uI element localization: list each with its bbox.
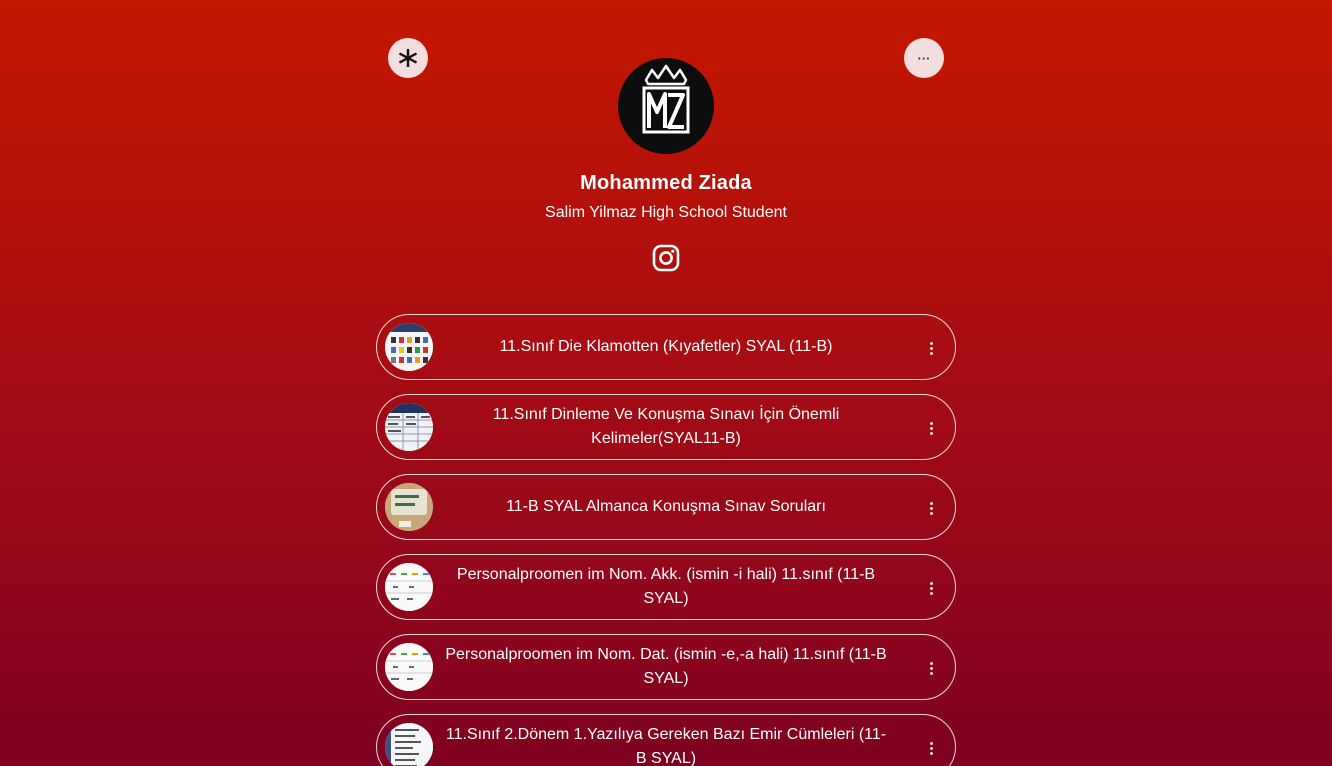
link-button[interactable]: 11-B SYAL Almanca Konuşma Sınav Soruları bbox=[376, 474, 956, 540]
link-button[interactable]: Personalproomen im Nom. Dat. (ismin -e,-… bbox=[376, 634, 956, 700]
link-title: 11.Sınıf 2.Dönem 1.Yazılıya Gereken Bazı… bbox=[445, 726, 887, 766]
profile-container: ··· Mohammed Ziada Salim Yilmaz High Sch… bbox=[376, 0, 956, 766]
link-thumbnail bbox=[385, 723, 433, 766]
link-title: Personalproomen im Nom. Akk. (ismin -i h… bbox=[456, 566, 876, 607]
link-list: 11.Sınıf Die Klamotten (Kıyafetler) SYAL… bbox=[376, 314, 956, 766]
link-options-icon[interactable] bbox=[921, 738, 941, 758]
link-thumbnail bbox=[385, 643, 433, 691]
link-thumbnail bbox=[385, 563, 433, 611]
link-title: 11.Sınıf Die Klamotten (Kıyafetler) SYAL… bbox=[499, 338, 833, 355]
link-options-icon[interactable] bbox=[921, 658, 941, 678]
profile-bio: Salim Yilmaz High School Student bbox=[545, 204, 787, 221]
link-options-icon[interactable] bbox=[921, 418, 941, 438]
more-options-button[interactable]: ··· bbox=[904, 38, 944, 78]
link-thumbnail bbox=[385, 483, 433, 531]
link-thumbnail bbox=[385, 403, 433, 451]
link-button[interactable]: 11.Sınıf Die Klamotten (Kıyafetler) SYAL… bbox=[376, 314, 956, 380]
instagram-link[interactable] bbox=[650, 242, 682, 274]
link-options-icon[interactable] bbox=[921, 578, 941, 598]
link-button[interactable]: Personalproomen im Nom. Akk. (ismin -i h… bbox=[376, 554, 956, 620]
link-title: 11-B SYAL Almanca Konuşma Sınav Soruları bbox=[506, 498, 826, 515]
link-title: Personalproomen im Nom. Dat. (ismin -e,-… bbox=[445, 646, 887, 687]
linktree-logo-button[interactable] bbox=[388, 38, 428, 78]
link-button[interactable]: 11.Sınıf Dinleme Ve Konuşma Sınavı İçin … bbox=[376, 394, 956, 460]
instagram-icon bbox=[652, 244, 680, 272]
profile-name: Mohammed Ziada bbox=[580, 172, 752, 194]
mz-crown-logo-icon bbox=[642, 64, 690, 134]
asterisk-icon bbox=[399, 49, 417, 67]
link-title: 11.Sınıf Dinleme Ve Konuşma Sınavı İçin … bbox=[492, 406, 840, 447]
link-button[interactable]: 11.Sınıf 2.Dönem 1.Yazılıya Gereken Bazı… bbox=[376, 714, 956, 766]
avatar bbox=[618, 58, 714, 154]
link-options-icon[interactable] bbox=[921, 498, 941, 518]
more-options-icon: ··· bbox=[917, 50, 931, 66]
link-options-icon[interactable] bbox=[921, 338, 941, 358]
link-thumbnail bbox=[385, 323, 433, 371]
